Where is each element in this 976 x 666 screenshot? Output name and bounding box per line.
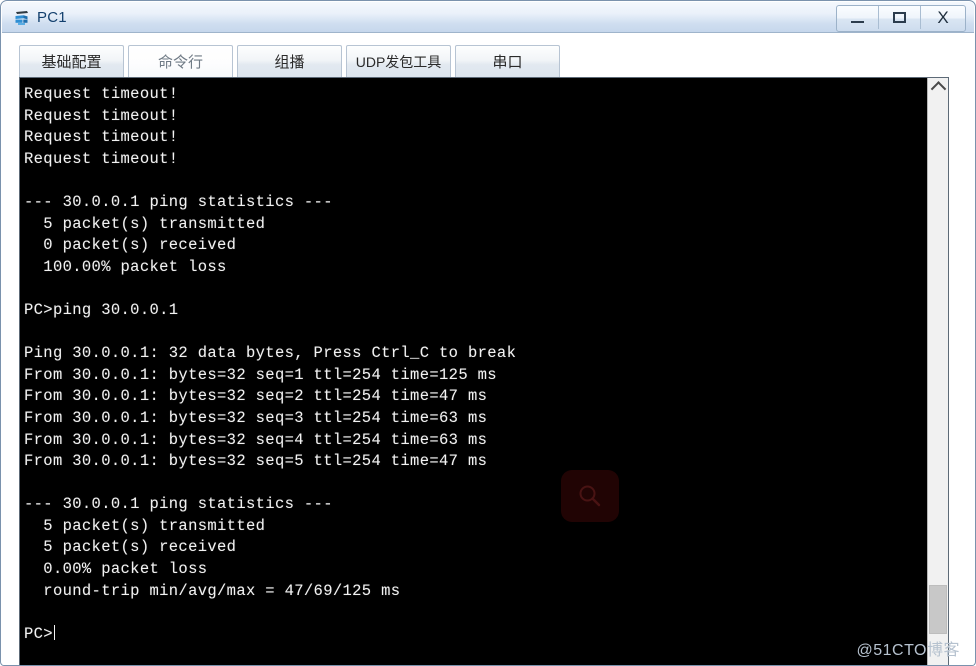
terminal-line: From 30.0.0.1: bytes=32 seq=1 ttl=254 ti…: [24, 365, 497, 384]
pc-device-icon: [13, 9, 31, 27]
chevron-up-icon: [930, 80, 946, 97]
close-button[interactable]: X: [921, 6, 965, 29]
terminal-line: --- 30.0.0.1 ping statistics ---: [24, 192, 333, 211]
terminal-prompt: PC>: [24, 624, 53, 643]
close-icon: X: [937, 8, 949, 27]
maximize-icon: [893, 12, 906, 23]
terminal-line: 5 packet(s) transmitted: [24, 214, 266, 233]
terminal-panel: Request timeout! Request timeout! Request …: [19, 77, 949, 665]
terminal-line: Request timeout!: [24, 128, 179, 147]
tab-label: 命令行: [157, 54, 203, 71]
tab-serial-port[interactable]: 串口: [455, 45, 560, 77]
tab-multicast[interactable]: 组播: [237, 45, 342, 77]
tab-bar: 基础配置 命令行 组播 UDP发包工具 串口: [19, 45, 949, 77]
terminal-line: From 30.0.0.1: bytes=32 seq=4 ttl=254 ti…: [24, 430, 488, 449]
tab-command-line[interactable]: 命令行: [128, 45, 233, 77]
tab-label: UDP发包工具: [355, 53, 442, 70]
terminal-line: round-trip min/avg/max = 47/69/125 ms: [24, 581, 401, 600]
terminal-scrollbar[interactable]: [927, 78, 948, 665]
minimize-button[interactable]: [837, 6, 879, 29]
pc1-window: PC1 X 基础配置 命令行 组播 UDP发包工具 串口 Request tim…: [0, 0, 976, 666]
terminal-line: 5 packet(s) received: [24, 538, 237, 557]
tab-basic-config[interactable]: 基础配置: [19, 45, 124, 77]
terminal-line: PC>ping 30.0.0.1: [24, 300, 179, 319]
scroll-down-arrow[interactable]: [928, 659, 948, 665]
tab-udp-tool[interactable]: UDP发包工具: [346, 45, 451, 77]
window-titlebar: PC1 X: [2, 2, 974, 33]
tab-label: 基础配置: [41, 54, 102, 71]
maximize-button[interactable]: [879, 6, 921, 29]
terminal-line: Ping 30.0.0.1: 32 data bytes, Press Ctrl…: [24, 344, 517, 363]
scrollbar-track[interactable]: [928, 96, 948, 660]
terminal-line: From 30.0.0.1: bytes=32 seq=5 ttl=254 ti…: [24, 452, 488, 471]
window-title: PC1: [37, 9, 67, 26]
terminal-caret: [53, 624, 55, 640]
terminal-output[interactable]: Request timeout! Request timeout! Request …: [20, 78, 927, 665]
terminal-line: From 30.0.0.1: bytes=32 seq=2 ttl=254 ti…: [24, 387, 488, 406]
window-body: 基础配置 命令行 组播 UDP发包工具 串口 Request timeout! R…: [2, 33, 974, 665]
terminal-line: Request timeout!: [24, 85, 179, 103]
titlebar-left-group: PC1: [13, 2, 67, 33]
terminal-line: From 30.0.0.1: bytes=32 seq=3 ttl=254 ti…: [24, 408, 488, 427]
terminal-line: --- 30.0.0.1 ping statistics ---: [24, 495, 333, 514]
minimize-icon: [851, 21, 864, 23]
terminal-line: 0.00% packet loss: [24, 560, 208, 579]
tab-label: 组播: [274, 54, 305, 71]
tab-label: 串口: [492, 54, 523, 71]
terminal-line: 5 packet(s) transmitted: [24, 516, 266, 535]
scroll-up-arrow[interactable]: [928, 78, 948, 97]
terminal-prompt-line[interactable]: PC>: [24, 624, 927, 646]
window-controls: X: [836, 5, 966, 32]
chevron-down-icon: [930, 659, 946, 665]
terminal-line: 100.00% packet loss: [24, 257, 227, 276]
terminal-line: Request timeout!: [24, 106, 179, 125]
terminal-line: 0 packet(s) received: [24, 236, 237, 255]
scrollbar-thumb[interactable]: [929, 585, 947, 634]
terminal-line: Request timeout!: [24, 149, 179, 168]
